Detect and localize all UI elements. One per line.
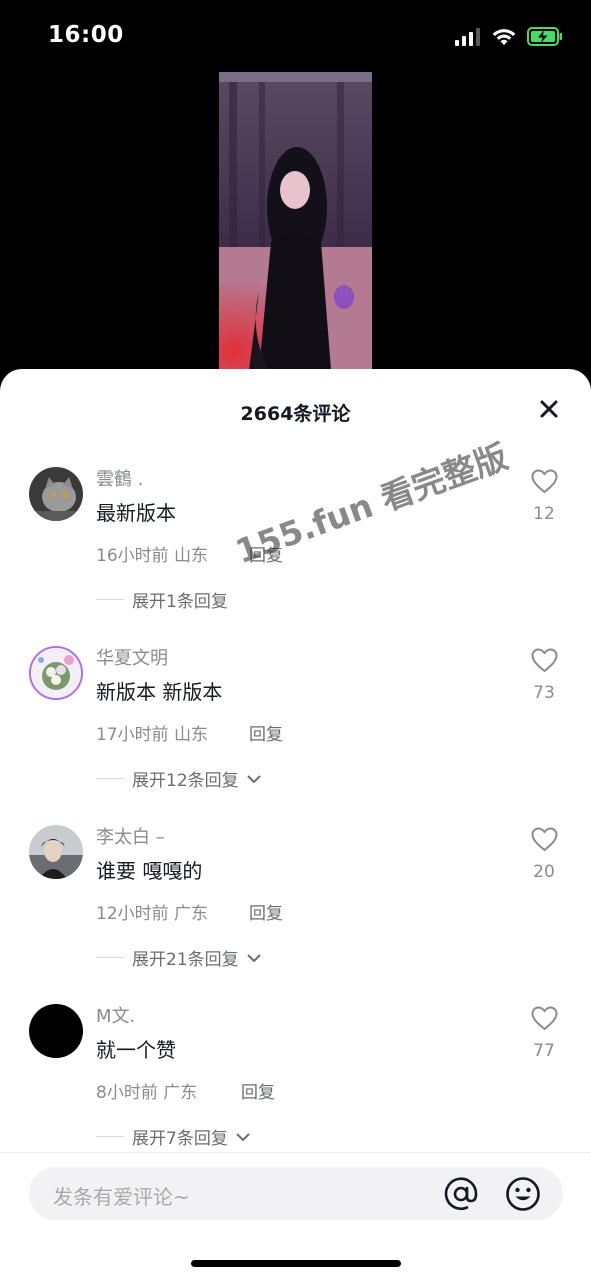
comment-input[interactable]: 发条有爱评论~	[29, 1167, 563, 1220]
expand-replies-button[interactable]: 展开7条回复	[96, 1124, 252, 1149]
divider	[0, 1152, 591, 1153]
expand-replies-label: 展开7条回复	[132, 1129, 228, 1149]
home-indicator[interactable]	[191, 1260, 401, 1267]
avatar[interactable]	[29, 646, 83, 700]
comment-item: 李太白 – 谁要 嘎嘎的 12小时前 广东 回复 展开21条回复 20	[0, 825, 591, 1004]
like-button[interactable]: 12	[529, 469, 559, 524]
comment-item: 雲鶴 . 最新版本 16小时前 山东 回复 展开1条回复 12	[0, 467, 591, 646]
comments-sheet: 2664条评论 雲鶴 . 最新版本 16小时前 山东 回复 展开1条回复 12 …	[0, 369, 591, 1280]
at-mention-icon[interactable]	[443, 1176, 479, 1212]
like-count: 20	[533, 862, 555, 882]
heart-icon	[530, 469, 558, 494]
reply-button[interactable]: 回复	[249, 720, 283, 745]
comment-username[interactable]: 李太白 –	[96, 823, 165, 849]
reply-button[interactable]: 回复	[241, 1078, 275, 1103]
comments-count-title: 2664条评论	[240, 403, 351, 425]
chevron-down-icon	[246, 953, 261, 962]
heart-icon	[530, 648, 558, 673]
expand-replies-button[interactable]: 展开12条回复	[96, 766, 263, 791]
emoji-icon[interactable]	[505, 1176, 541, 1212]
divider-line	[96, 599, 124, 600]
divider-line	[96, 778, 124, 779]
avatar[interactable]	[29, 825, 83, 879]
like-count: 77	[533, 1041, 555, 1061]
comment-input-placeholder: 发条有爱评论~	[53, 1185, 190, 1209]
status-icons	[455, 27, 563, 46]
like-button[interactable]: 20	[529, 827, 559, 882]
comment-username[interactable]: 华夏文明	[96, 644, 168, 670]
divider-line	[96, 1136, 124, 1137]
comment-time-location: 12小时前 广东	[96, 904, 209, 924]
comment-time-location: 8小时前 广东	[96, 1083, 198, 1103]
cat-avatar-image	[29, 467, 83, 521]
comment-item: 华夏文明 新版本 新版本 17小时前 山东 回复 展开12条回复 73	[0, 646, 591, 825]
divider-line	[96, 957, 124, 958]
expand-replies-button[interactable]: 展开1条回复	[96, 587, 228, 612]
chevron-down-icon	[246, 774, 261, 783]
expand-replies-label: 展开1条回复	[132, 592, 228, 612]
comment-username[interactable]: 雲鶴 .	[96, 465, 143, 491]
like-button[interactable]: 73	[529, 648, 559, 703]
expand-replies-label: 展开12条回复	[132, 771, 239, 791]
status-bar: 16:00	[0, 0, 591, 72]
flowers-avatar-image	[31, 648, 81, 698]
like-button[interactable]: 77	[529, 1006, 559, 1061]
comment-time-location: 17小时前 山东	[96, 725, 209, 745]
comment-text: 新版本 新版本	[96, 680, 223, 704]
avatar[interactable]	[29, 467, 83, 521]
reply-button[interactable]: 回复	[249, 899, 283, 924]
status-time: 16:00	[48, 22, 124, 48]
avatar[interactable]	[29, 1004, 83, 1058]
wifi-icon	[492, 29, 516, 45]
like-count: 12	[533, 504, 555, 524]
heart-icon	[530, 1006, 558, 1031]
comment-text: 就一个赞	[96, 1038, 176, 1062]
close-icon[interactable]	[537, 397, 561, 421]
comment-username[interactable]: M文.	[96, 1002, 135, 1028]
reply-button[interactable]: 回复	[249, 541, 283, 566]
heart-icon	[530, 827, 558, 852]
chevron-down-icon	[236, 1132, 250, 1141]
comment-item: M文. 就一个赞 8小时前 广东 回复 展开7条回复 77	[0, 1004, 591, 1183]
expand-replies-label: 展开21条回复	[132, 950, 239, 970]
video-preview[interactable]	[219, 72, 372, 370]
expand-replies-button[interactable]: 展开21条回复	[96, 945, 263, 970]
person-avatar-image	[29, 825, 83, 879]
cellular-signal-icon	[455, 27, 480, 46]
battery-charging-icon	[527, 27, 562, 46]
comment-text: 谁要 嘎嘎的	[96, 859, 203, 883]
comment-time-location: 16小时前 山东	[96, 546, 209, 566]
like-count: 73	[533, 683, 555, 703]
video-frame-image	[219, 72, 372, 370]
comment-text: 最新版本	[96, 501, 176, 525]
